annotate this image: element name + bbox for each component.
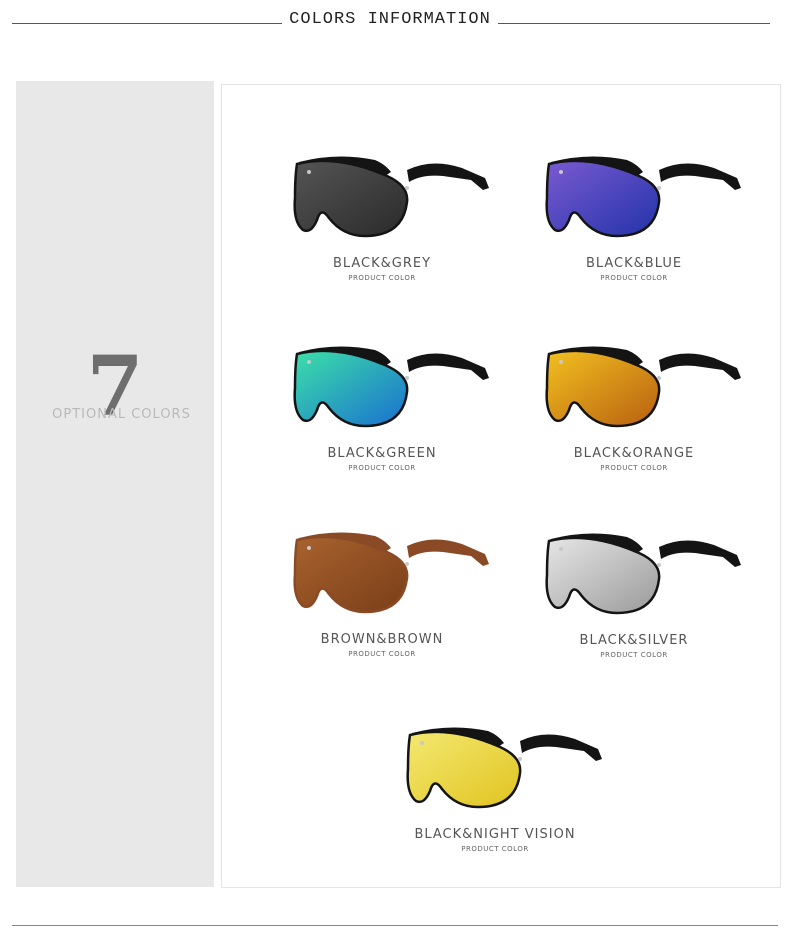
color-name: BLACK&ORANGE (573, 446, 695, 461)
header-rule-left (12, 23, 282, 24)
temple-arm (659, 540, 741, 567)
rivet (307, 546, 311, 550)
color-option-card: BLACK&SILVER PRODUCT COLOR (509, 527, 759, 697)
sunglasses-image (545, 156, 741, 238)
sunglasses-image (406, 727, 602, 809)
product-color-caption: PRODUCT COLOR (348, 464, 416, 472)
rivet (405, 186, 409, 190)
product-color-caption: PRODUCT COLOR (600, 274, 668, 282)
sunglasses-image (293, 346, 489, 428)
temple-arm (407, 539, 489, 566)
rivet (405, 562, 409, 566)
rivet (307, 360, 311, 364)
rivet (420, 741, 424, 745)
rivet (559, 547, 563, 551)
footer-rule (12, 925, 778, 926)
color-name: BLACK&BLUE (585, 256, 683, 271)
product-color-caption: PRODUCT COLOR (348, 274, 416, 282)
rivet (307, 170, 311, 174)
temple-arm (407, 353, 489, 380)
rivet (657, 186, 661, 190)
rivet (657, 376, 661, 380)
header-rule-right (498, 23, 770, 24)
temple-arm (659, 163, 741, 190)
color-option-card: BROWN&BROWN PRODUCT COLOR (257, 526, 507, 696)
rivet (657, 563, 661, 567)
color-option-card: BLACK&BLUE PRODUCT COLOR (509, 150, 759, 320)
product-color-caption: PRODUCT COLOR (600, 651, 668, 659)
product-color-caption: PRODUCT COLOR (600, 464, 668, 472)
sunglasses-image (293, 532, 489, 614)
color-name: BLACK&NIGHT VISION (414, 827, 576, 842)
sunglasses-image (293, 156, 489, 238)
color-option-card: BLACK&NIGHT VISION PRODUCT COLOR (370, 721, 620, 891)
color-name: BROWN&BROWN (320, 632, 444, 647)
rivet (559, 360, 563, 364)
optional-colors-label: OPTIONAL COLORS (52, 407, 191, 422)
sunglasses-image (545, 346, 741, 428)
page-title: COLORS INFORMATION (289, 10, 491, 29)
left-panel: 7 OPTIONAL COLORS (16, 81, 214, 887)
color-name: BLACK&GREY (332, 256, 432, 271)
rivet (559, 170, 563, 174)
color-option-card: BLACK&GREY PRODUCT COLOR (257, 150, 507, 320)
temple-arm (659, 353, 741, 380)
color-option-card: BLACK&GREEN PRODUCT COLOR (257, 340, 507, 510)
product-color-caption: PRODUCT COLOR (461, 845, 529, 853)
color-name: BLACK&SILVER (579, 633, 689, 648)
sunglasses-image (545, 533, 741, 615)
product-color-caption: PRODUCT COLOR (348, 650, 416, 658)
color-name: BLACK&GREEN (327, 446, 437, 461)
temple-arm (407, 163, 489, 190)
rivet (518, 757, 522, 761)
rivet (405, 376, 409, 380)
temple-arm (520, 734, 602, 761)
color-option-card: BLACK&ORANGE PRODUCT COLOR (509, 340, 759, 510)
